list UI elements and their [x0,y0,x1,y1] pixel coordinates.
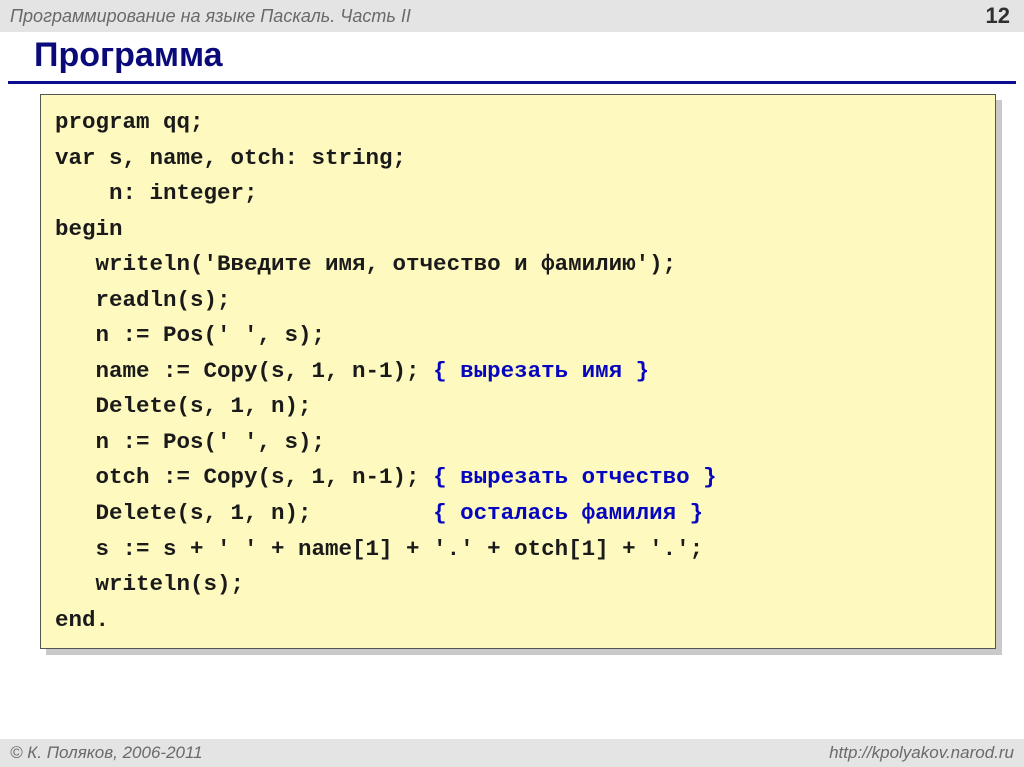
footer-url: http://kpolyakov.narod.ru [829,743,1014,763]
code-block-wrapper: program qq; var s, name, otch: string; n… [40,94,996,649]
slide: Программирование на языке Паскаль. Часть… [0,0,1024,767]
header-bar: Программирование на языке Паскаль. Часть… [0,0,1024,32]
page-title: Программа [34,36,1024,75]
footer-bar: © К. Поляков, 2006-2011 http://kpolyakov… [0,739,1024,767]
footer-copyright: © К. Поляков, 2006-2011 [10,743,203,763]
title-rule [8,81,1016,84]
page-number: 12 [986,3,1010,29]
code-block: program qq; var s, name, otch: string; n… [40,94,996,649]
header-title: Программирование на языке Паскаль. Часть… [10,6,411,27]
